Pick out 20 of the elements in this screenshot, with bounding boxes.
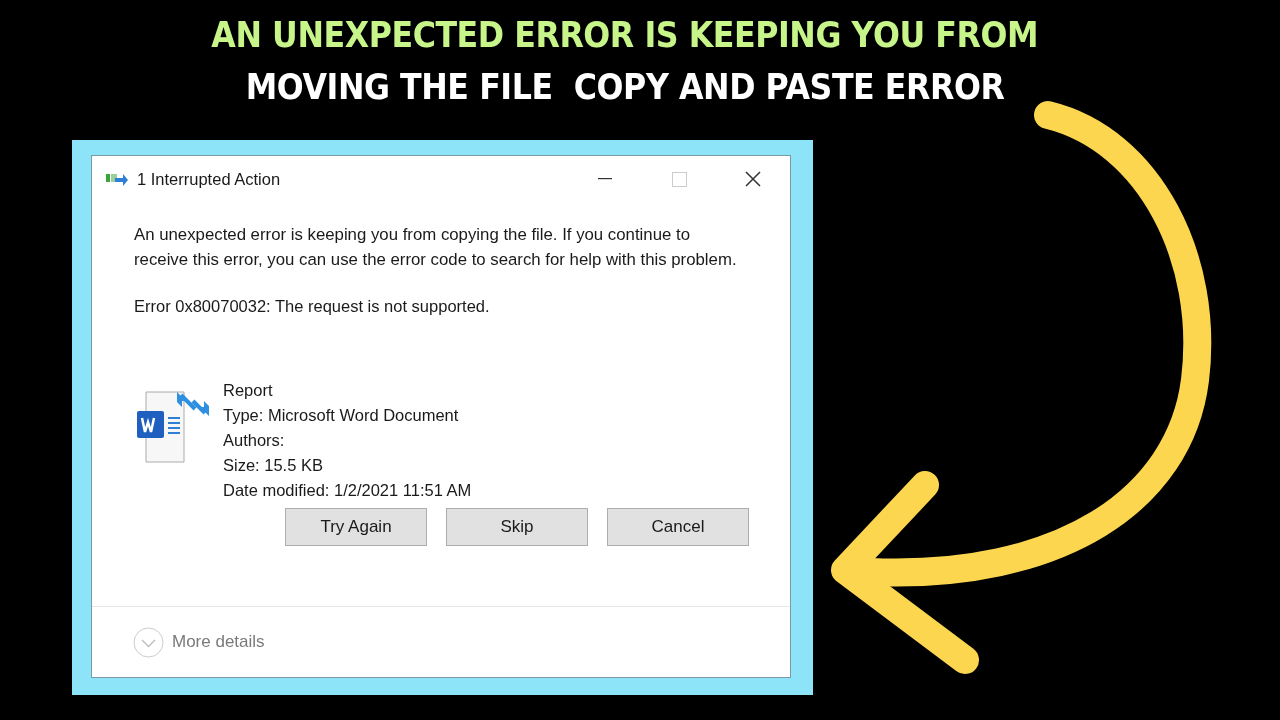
error-code: Error 0x80070032: The request is not supported.	[134, 297, 491, 316]
minimize-icon	[598, 178, 612, 180]
file-detail: Type: Microsoft Word Document	[223, 405, 460, 426]
dialog-button[interactable]: Skip	[446, 508, 588, 546]
file-detail: Authors:	[223, 430, 286, 451]
chevron-down-icon[interactable]	[133, 626, 164, 658]
file-detail: Size: 15.5 KB	[223, 455, 324, 476]
window-title: 1 Interrupted Action	[137, 169, 282, 189]
headline: MOVING THE FILE COPY AND PASTE ERROR	[245, 65, 1005, 109]
word-document-icon	[137, 391, 211, 463]
file-name: Report	[223, 380, 274, 401]
file-detail: Date modified: 1/2/2021 11:51 AM	[223, 480, 472, 501]
headline: AN UNEXPECTED ERROR IS KEEPING YOU FROM	[211, 13, 1039, 57]
error-message: An unexpected error is keeping you from copying the file. If you continue to receive this error, you can use the error code to search for help with this problem.	[134, 224, 738, 271]
transfer-icon	[105, 171, 129, 187]
dialog-button[interactable]: Cancel	[607, 508, 749, 546]
more-details-link[interactable]: More details	[172, 632, 265, 652]
dialog-button[interactable]: Try Again	[285, 508, 427, 546]
maximize-icon	[671, 171, 687, 187]
close-icon	[745, 171, 761, 187]
